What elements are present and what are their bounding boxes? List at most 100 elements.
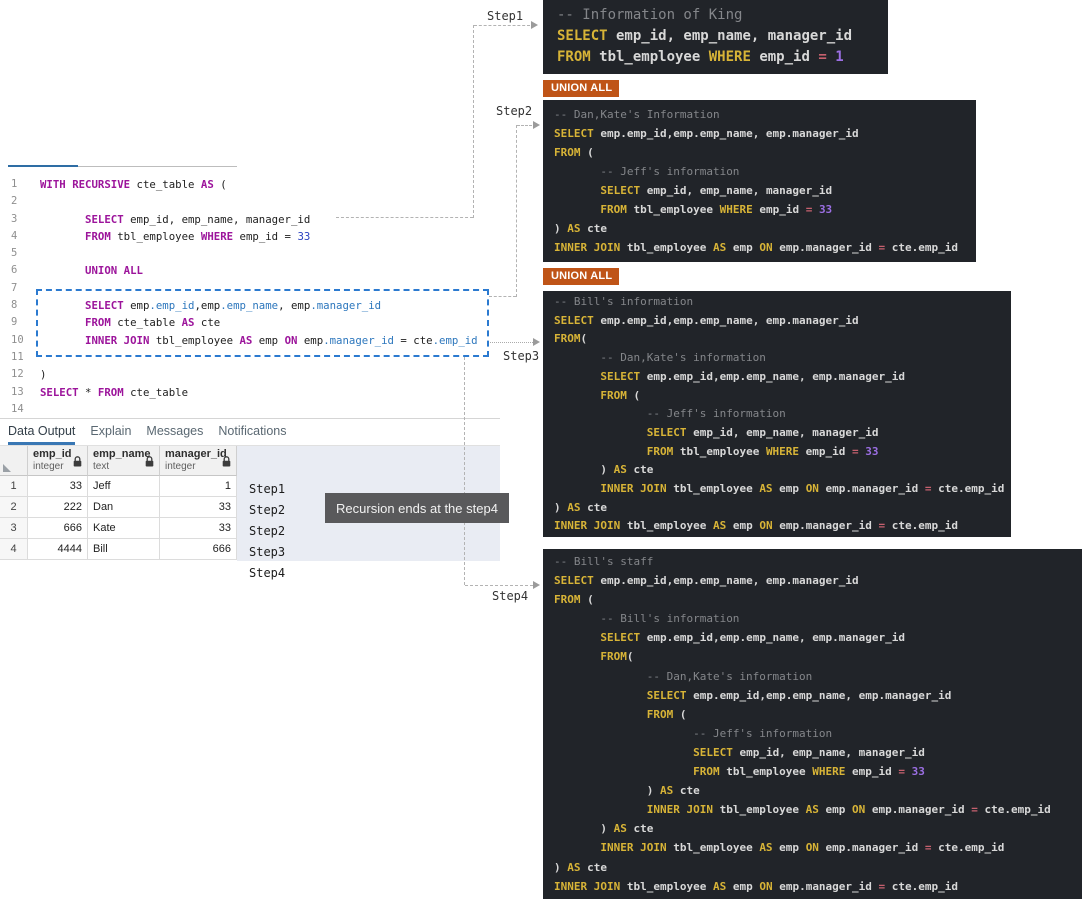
data-cell[interactable]: 33 (28, 476, 88, 497)
step-label: Step2 (249, 503, 286, 517)
row-number-cell[interactable]: 2 (0, 497, 28, 518)
code-line: ) AS cte (554, 784, 700, 798)
select-all-cell[interactable] (0, 446, 28, 476)
row-number-cell[interactable]: 1 (0, 476, 28, 497)
code-block-step3: -- Bill's information SELECT emp.emp_id,e… (543, 291, 1011, 537)
code-line: INNER JOIN tbl_employee AS emp ON emp.ma… (554, 241, 959, 254)
line-number: 7 (11, 281, 18, 294)
connector-step2-h1 (489, 296, 516, 297)
tab-explain[interactable]: Explain (90, 420, 131, 445)
data-cell[interactable]: 666 (160, 539, 237, 560)
data-grid: emp_id integer emp_name text manager_id integ… (0, 446, 237, 560)
code-line: FROM( (600, 650, 634, 664)
code-block-step1: -- Information of King SELECT emp_id, emp… (543, 0, 888, 74)
code-line: SELECT emp.emp_id,emp.emp_name, emp.mana… (554, 127, 859, 140)
grid-header: emp_id integer emp_name text manager_id integ… (0, 446, 237, 476)
connector-label-step4: Step4 (492, 589, 529, 603)
code-line: SELECT emp_id, emp_name, manager_id (600, 184, 833, 197)
line-number: 1 (11, 178, 18, 190)
grid-body: 1 33 Jeff 1 2 222 Dan 33 3 666 Kate 33 4 4444 Bill 666 (0, 476, 237, 560)
data-cell[interactable]: 33 (160, 518, 237, 539)
connector-step4-h (465, 585, 533, 586)
line-number: 10 (11, 333, 24, 346)
code-line: INNER JOIN tbl_employee AS emp ON emp.ma… (646, 803, 1051, 817)
table-row[interactable]: 4 4444 Bill 666 (0, 539, 237, 560)
step-labels: Step1 Step2 Step2 Step3 Step4 (249, 479, 285, 584)
data-cell[interactable]: Kate (88, 518, 160, 539)
code-line: FROM tbl_employee WHERE emp_id = 1 (557, 49, 844, 65)
line-number: 6 (11, 264, 18, 277)
code-line: FROM ( (554, 593, 594, 607)
code-line: INNER JOIN tbl_employee AS emp ON emp.ma… (554, 519, 959, 533)
line-number: 13 (11, 385, 24, 398)
code-line: FROM ( (554, 146, 594, 159)
data-cell[interactable]: 666 (28, 518, 88, 539)
tab-notifications[interactable]: Notifications (218, 420, 286, 445)
step-label: Step2 (249, 524, 286, 538)
data-cell[interactable]: 1 (160, 476, 237, 497)
connector-step1-h1 (336, 217, 473, 218)
code-line: SELECT emp_id, emp_name, manager_id (557, 28, 853, 44)
code-line: SELECT emp.emp_id,emp.emp_name, emp.mana… (554, 313, 859, 327)
data-cell[interactable]: Bill (88, 539, 160, 560)
connector-step3-h (490, 342, 533, 343)
code-block-step2: -- Dan,Kate's Information SELECT emp.emp_… (543, 100, 976, 262)
data-cell[interactable]: Dan (88, 497, 160, 518)
union-all-badge-2: UNION ALL (543, 268, 619, 285)
editor-line: UNION ALL (85, 264, 143, 278)
editor-tab-accent (8, 165, 78, 167)
connector-step1-v (473, 25, 474, 218)
lock-icon (145, 456, 154, 467)
data-cell[interactable]: 4444 (28, 539, 88, 560)
line-number: 3 (11, 212, 18, 225)
code-line: -- Bill's information (554, 612, 740, 626)
table-row[interactable]: 2 222 Dan 33 (0, 497, 237, 518)
code-line: -- Jeff's information (554, 165, 740, 178)
column-header-manager_id[interactable]: manager_id integer (160, 446, 237, 476)
code-line: ) AS cte (554, 463, 654, 477)
arrow-step2-icon (533, 121, 540, 129)
column-header-emp_name[interactable]: emp_name text (88, 446, 160, 476)
row-number-cell[interactable]: 4 (0, 539, 28, 560)
step-label: Step4 (249, 566, 286, 580)
lock-icon (73, 456, 82, 467)
code-line: SELECT emp.emp_id,emp.emp_name, emp.mana… (646, 688, 952, 702)
table-row[interactable]: 1 33 Jeff 1 (0, 476, 237, 497)
connector-label-step3: Step3 (503, 349, 540, 363)
code-line: FROM tbl_employee WHERE emp_id = 33 (646, 444, 879, 458)
row-number-cell[interactable]: 3 (0, 518, 28, 539)
editor-line: SELECT emp_id, emp_name, manager_id (85, 212, 311, 226)
connector-step4-v (464, 357, 465, 585)
tab-messages[interactable]: Messages (146, 420, 203, 445)
code-line: -- Dan,Kate's Information (554, 108, 720, 121)
code-line: ) AS cte (554, 222, 607, 235)
arrow-step1-icon (531, 21, 538, 29)
code-block-step4: -- Bill's staff SELECT emp.emp_id,emp.emp… (543, 549, 1082, 899)
code-line: ) AS cte (554, 500, 607, 514)
connector-step2-h2 (517, 125, 532, 126)
line-number: 5 (11, 247, 18, 260)
line-number: 14 (11, 402, 24, 415)
step-label: Step3 (249, 545, 286, 559)
arrow-step3-icon (533, 338, 540, 346)
code-line: -- Jeff's information (554, 407, 786, 421)
results-panel-border (0, 418, 500, 419)
data-cell[interactable]: 222 (28, 497, 88, 518)
code-line: SELECT emp.emp_id,emp.emp_name, emp.mana… (554, 574, 859, 588)
editor-gutter: 1 2 3 4 5 6 7 8 9 10 11 12 13 14 (0, 176, 30, 418)
code-line: ) AS cte (554, 822, 654, 836)
table-row[interactable]: 3 666 Kate 33 (0, 518, 237, 539)
data-cell[interactable]: 33 (160, 497, 237, 518)
code-line: FROM tbl_employee WHERE emp_id = 33 (600, 203, 833, 216)
line-number: 9 (11, 316, 18, 329)
arrow-step4-icon (533, 581, 540, 589)
column-header-emp_id[interactable]: emp_id integer (28, 446, 88, 476)
connector-label-step2: Step2 (496, 104, 533, 118)
code-line: INNER JOIN tbl_employee AS emp ON emp.ma… (600, 482, 1005, 496)
tab-data-output[interactable]: Data Output (8, 420, 76, 445)
recursion-tooltip: Recursion ends at the step4 (325, 493, 509, 523)
data-cell[interactable]: Jeff (88, 476, 160, 497)
code-line: FROM ( (600, 388, 641, 402)
